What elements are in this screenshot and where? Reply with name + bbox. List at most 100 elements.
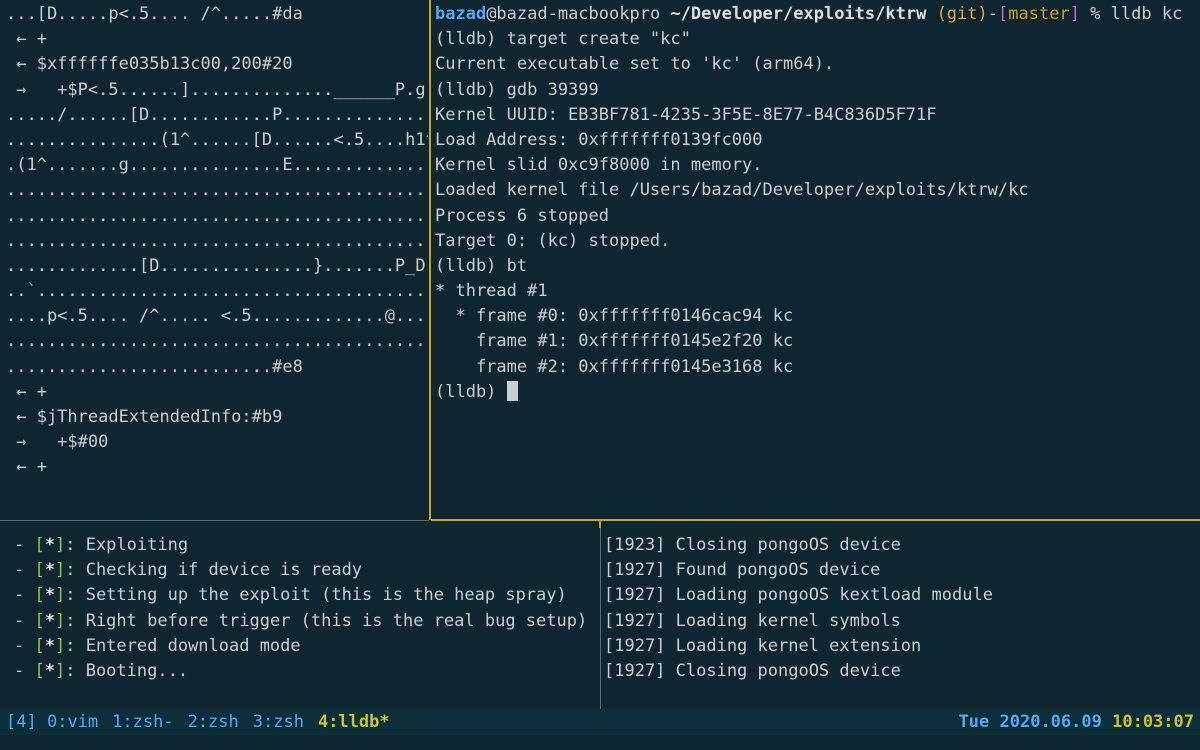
log-line: [1923] Closing pongoOS device [604,535,901,555]
log-line: [1927] Loading pongoOS kextload module [604,585,993,606]
dump-line: ← + [6,381,47,402]
progress-item: - [*]: Checking if device is ready [14,558,596,583]
item-text: : Right before trigger (this is the real… [65,610,588,631]
lldb-output-line: Current executable set to 'kc' (arm64). [435,54,835,75]
prompt-dash: - [987,4,998,24]
item-bracket: [ [34,535,45,555]
item-bracket: ] [54,535,66,555]
item-bracket: [ [34,560,45,581]
tmux-status-bar: [4] 0:vim 1:zsh- 2:zsh 3:zsh 4:lldb* Tue 2020… [0,709,1200,735]
prompt-branch: master [1008,4,1070,24]
log-line: [1927] Loading kernel symbols [604,610,901,631]
lldb-output-line: (lldb) gdb 39399 [435,79,599,100]
item-bracket: [ [34,585,45,606]
lldb-output-line: Loaded kernel file /Users/bazad/Develope… [435,180,1029,201]
left-terminal-pane[interactable]: ...[D.....p<.5.... /^.....#da ← + ← $xff… [0,0,428,518]
item-text: : Exploiting [65,535,189,555]
prompt-user: bazad [435,4,487,24]
dump-line: .(1^.......g...............E............… [6,155,428,176]
item-dash: - [14,585,35,606]
prompt-path: ~/Developer/exploits/ktrw [670,4,927,24]
item-star: * [44,560,55,581]
item-bracket: ] [54,560,66,581]
progress-item: - [*]: Booting... [14,659,596,684]
status-datetime: Tue 2020.06.09 10:03:07 [959,709,1194,735]
item-text: : Setting up the exploit (this is the he… [65,585,567,606]
shell-prompt-line: bazad@bazad-macbookpro ~/Developer/explo… [435,2,1200,27]
item-dash: - [14,635,35,656]
dump-line: ........................................… [6,331,428,352]
dump-line: ....p<.5.... /^..... <.5.............@..… [6,306,428,327]
lldb-terminal-pane[interactable]: bazad@bazad-macbookpro ~/Developer/explo… [435,0,1200,520]
progress-item: - [*]: Exploiting [14,533,596,558]
item-text: : Entered download mode [65,635,301,656]
terminal-cursor [506,380,518,401]
item-text: : Checking if device is ready [65,560,363,581]
item-star: * [44,610,55,631]
item-star: * [44,585,55,606]
dump-line: ...[D.....p<.5.... /^.....#da [6,4,303,24]
lldb-output-line: * thread #1 [435,281,548,302]
window-tab-zsh-3[interactable]: 3:zsh [253,712,304,732]
window-tab-zsh-2[interactable]: 2:zsh [188,712,239,732]
prompt-host: @bazad-macbookpro [486,4,661,24]
dump-line: ...../......[D............P.............… [6,104,426,125]
item-dash: - [14,610,35,631]
prompt-git-label: (git) [936,4,988,24]
window-tab-zsh-1[interactable]: 1:zsh- [112,712,173,732]
item-bracket: [ [34,635,45,656]
dump-line: ........................................… [6,230,428,251]
window-tab-lldb[interactable]: 4:lldb* [318,712,390,732]
log-line: [1927] Closing pongoOS device [604,660,901,681]
vertical-pane-divider-bottom[interactable] [599,520,601,528]
dump-line: ← + [6,29,47,50]
item-bracket: ] [54,660,66,681]
lldb-output-line: (lldb) target create "kc" [435,29,691,50]
pongo-log-pane[interactable]: [1923] Closing pongoOS device [1927] Fou… [604,533,1200,708]
window-tab-vim[interactable]: 0:vim [47,712,98,732]
item-bracket: [ [34,610,45,631]
prompt-command: lldb kc [1110,4,1183,24]
item-dash: - [14,560,35,581]
log-line: [1927] Found pongoOS device [604,560,881,581]
protocol-dump-lines: ...[D.....p<.5.... /^.....#da ← + ← $xff… [6,2,428,481]
item-dash: - [14,660,35,681]
vertical-pane-divider-top[interactable] [429,0,431,520]
dump-line: .............[D...............}.......P_… [6,255,428,276]
lldb-output-line: frame #2: 0xfffffff0145e3168 kc [435,356,794,377]
dump-line: ...............(1^......[D......<.5....h… [6,129,428,150]
progress-item: - [*]: Entered download mode [14,634,596,659]
dump-line: ..........................#e8 [6,356,303,377]
progress-item: - [*]: Setting up the exploit (this is t… [14,583,596,608]
dump-line: ← $jThreadExtendedInfo:#b9 [6,407,283,427]
prompt-branch-open: [ [998,4,1009,24]
lldb-input-line[interactable]: (lldb) [435,380,1200,405]
status-date: Tue 2020.06.09 [958,712,1102,732]
item-dash: - [14,535,35,555]
lldb-output-line: Kernel UUID: EB3BF781-4235-3F5E-8E77-B4C… [435,104,937,125]
lldb-output-line: Load Address: 0xfffffff0139fc000 [435,129,763,150]
item-star: * [44,535,55,555]
progress-item: - [*]: Right before trigger (this is the… [14,609,596,634]
prompt-branch-close: ] [1069,4,1080,24]
item-bracket: [ [34,660,45,681]
item-bracket: ] [54,610,66,631]
lldb-output-line: (lldb) bt [435,255,528,276]
horizontal-pane-divider-left[interactable] [0,520,429,521]
lldb-prompt: (lldb) [435,381,507,402]
status-time: 10:03:07 [1112,712,1194,732]
lldb-output-line: * frame #0: 0xfffffff0146cac94 kc [435,306,794,327]
dump-line: ..`.....................................… [6,281,428,302]
item-star: * [44,635,55,656]
dump-line: ← $xffffffe035b13c00,200#20 [6,54,293,75]
dump-line: ........................................… [6,180,428,201]
exploit-progress-pane[interactable]: - [*]: Exploiting - [*]: Checking if dev… [0,533,596,708]
dump-line: ← + [6,457,47,478]
item-text: : Booting... [65,660,189,681]
prompt-symbol: % [1090,4,1101,24]
lldb-output-line: Kernel slid 0xc9f8000 in memory. [435,155,763,176]
vertical-pane-divider-bottom-lower[interactable] [600,528,601,709]
dump-line: → +$P<.5......]..............______P.g.. [6,79,428,100]
lldb-output-line: Process 6 stopped [435,205,609,226]
log-line: [1927] Loading kernel extension [604,635,922,656]
